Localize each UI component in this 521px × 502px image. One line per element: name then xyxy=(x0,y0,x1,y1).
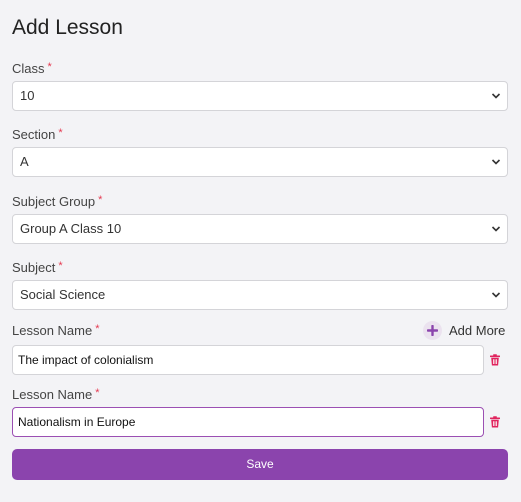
subject-group-select[interactable]: Group A Class 10 xyxy=(12,214,508,244)
subject-select[interactable]: Social Science xyxy=(12,280,508,310)
save-button[interactable]: Save xyxy=(12,449,508,480)
lesson-name-label: Lesson Name * xyxy=(12,323,100,338)
required-marker: * xyxy=(58,127,63,139)
chevron-down-icon xyxy=(491,292,501,298)
class-select-value: 10 xyxy=(20,88,35,103)
page-title: Add Lesson xyxy=(12,16,123,39)
class-label-text: Class xyxy=(12,61,45,76)
chevron-down-icon xyxy=(491,226,501,232)
lesson-name-label-text: Lesson Name xyxy=(12,387,93,402)
plus-icon xyxy=(423,320,442,340)
add-more-button[interactable]: Add More xyxy=(423,320,505,340)
lesson-name-input[interactable]: Nationalism in Europe xyxy=(12,407,484,437)
trash-icon[interactable] xyxy=(489,416,501,428)
chevron-down-icon xyxy=(491,159,501,165)
section-label: Section * xyxy=(12,127,63,142)
class-label: Class * xyxy=(12,61,52,76)
subject-group-label-text: Subject Group xyxy=(12,194,96,209)
subject-select-value: Social Science xyxy=(20,287,106,302)
lesson-name-value: The impact of colonialism xyxy=(18,353,154,367)
required-marker: * xyxy=(47,61,52,73)
lesson-name-value: Nationalism in Europe xyxy=(18,415,136,429)
subject-label-text: Subject xyxy=(12,260,56,275)
subject-group-select-value: Group A Class 10 xyxy=(20,221,122,236)
section-label-text: Section xyxy=(12,127,56,142)
section-select-value: A xyxy=(20,154,29,169)
subject-label: Subject * xyxy=(12,260,63,275)
required-marker: * xyxy=(58,260,63,272)
chevron-down-icon xyxy=(491,93,501,99)
required-marker: * xyxy=(95,387,100,399)
subject-group-label: Subject Group * xyxy=(12,194,102,209)
required-marker: * xyxy=(95,323,100,335)
lesson-name-label: Lesson Name * xyxy=(12,387,100,402)
class-select[interactable]: 10 xyxy=(12,81,508,111)
trash-icon[interactable] xyxy=(489,354,501,366)
lesson-name-input[interactable]: The impact of colonialism xyxy=(12,345,484,375)
required-marker: * xyxy=(98,194,103,206)
add-more-label: Add More xyxy=(449,322,506,338)
section-select[interactable]: A xyxy=(12,147,508,177)
lesson-name-label-text: Lesson Name xyxy=(12,323,93,338)
